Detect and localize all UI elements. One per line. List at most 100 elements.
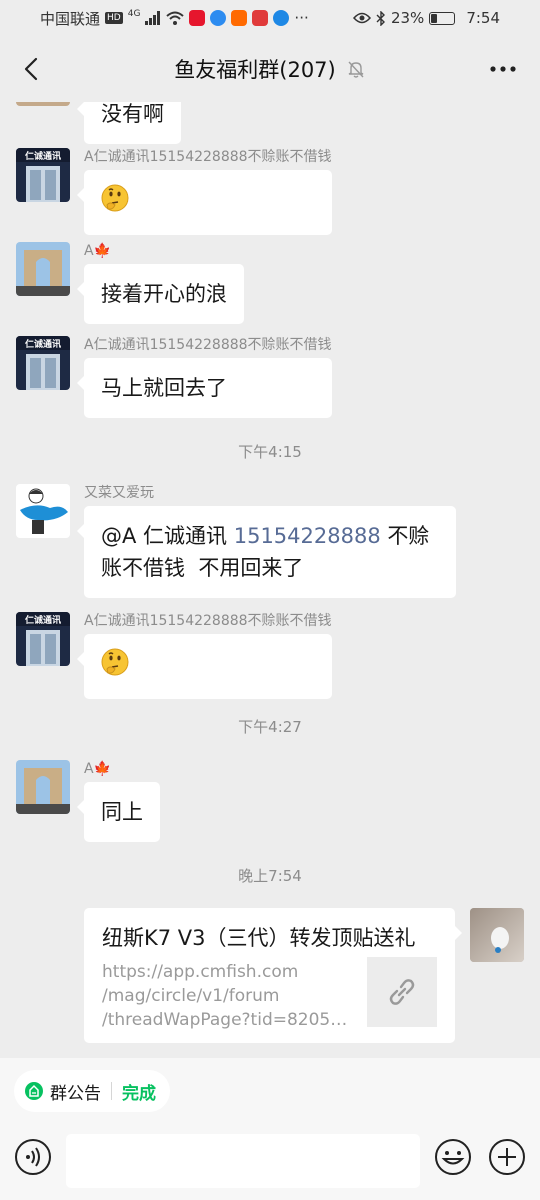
sender-name: A🍁 (84, 243, 112, 259)
message-item: A🍁 接着开心的浪 (16, 242, 244, 324)
status-right: 23% 7:54 (352, 9, 500, 27)
reader-app-icon (252, 10, 269, 26)
mute-bell-icon (348, 61, 364, 78)
message-item: A🍁 同上 (16, 760, 160, 842)
sender-name: A仁诚通讯15154228888不赊账不借钱 (84, 337, 332, 353)
network-type: 4G (127, 9, 141, 19)
shop-sign-text: 仁诚通讯 (25, 150, 61, 162)
chat-area[interactable]: 没有啊 仁诚通讯 A仁诚通讯15154228888不赊账不借钱 A🍁 接着开心的… (0, 102, 540, 1058)
taobao-app-icon (231, 10, 248, 26)
weibo-app-icon (189, 10, 206, 26)
message-body: A仁诚通讯15154228888不赊账不借钱 (77, 148, 332, 235)
message-bubble[interactable]: 马上就回去了 (77, 358, 332, 418)
plus-icon (489, 1139, 525, 1175)
voice-button[interactable] (14, 1138, 52, 1176)
voice-icon (15, 1139, 51, 1175)
message-item: 没有啊 (16, 102, 181, 144)
url-line: /mag/circle/v1/forum (102, 986, 280, 1006)
message-bubble[interactable]: 没有啊 (77, 102, 181, 144)
link-icon (389, 979, 415, 1005)
message-text: 没有啊 (101, 102, 164, 126)
input-bar (0, 1130, 540, 1200)
status-bar: 中国联通 HD 4G ··· 23% 7:54 (0, 0, 540, 36)
message-text-line: 账不借钱 不用回来了 (101, 556, 304, 580)
notice-icon (25, 1082, 43, 1100)
emoji-icon (435, 1139, 471, 1175)
chat-title: 鱼友福利群(207) (174, 58, 336, 82)
link-card-url: https://app.cmfish.com /mag/circle/v1/fo… (102, 960, 352, 1032)
message-body: A仁诚通讯15154228888不赊账不借钱 马上就回去了 (77, 336, 332, 418)
message-text: 同上 (101, 800, 143, 824)
sender-name: A仁诚通讯15154228888不赊账不借钱 (84, 613, 332, 629)
wifi-icon (166, 11, 185, 25)
bulb-app-icon (273, 10, 290, 26)
bluetooth-icon (376, 10, 385, 26)
battery-fill (431, 13, 437, 23)
avatar-arch[interactable] (16, 102, 70, 106)
avatar-shop[interactable]: 仁诚通讯 (16, 148, 70, 202)
message-bubble[interactable]: @A 仁诚通讯 15154228888 不赊 账不借钱 不用回来了 (77, 506, 456, 598)
done-button[interactable]: 完成 (122, 1079, 156, 1104)
message-body: A🍁 接着开心的浪 (77, 242, 244, 324)
message-bubble[interactable] (77, 170, 332, 235)
sender-name: A🍁 (84, 761, 112, 777)
avatar-cartoon[interactable] (16, 484, 70, 538)
browser-app-icon (210, 10, 227, 26)
message-item: 仁诚通讯 A仁诚通讯15154228888不赊账不借钱 马上就回去了 (16, 336, 332, 418)
clock: 7:54 (466, 9, 500, 27)
message-item: 仁诚通讯 A仁诚通讯15154228888不赊账不借钱 (16, 148, 332, 235)
link-card-title: 纽斯K7 V3（三代）转发顶贴送礼 (102, 926, 416, 950)
avatar-arch[interactable] (16, 760, 70, 814)
avatar-shop[interactable]: 仁诚通讯 (16, 336, 70, 390)
battery-percent: 23% (390, 9, 425, 27)
message-text: 不赊 (380, 524, 430, 548)
group-notice-chip[interactable]: 群公告 完成 (14, 1070, 170, 1112)
timestamp: 下午4:15 (238, 443, 302, 461)
link-thumbnail (367, 957, 437, 1027)
message-item: 仁诚通讯 A仁诚通讯15154228888不赊账不借钱 (16, 612, 332, 699)
message-text-line: @A 仁诚通讯 15154228888 不赊 (101, 520, 439, 552)
avatar-shop[interactable]: 仁诚通讯 (16, 612, 70, 666)
eye-icon (352, 12, 371, 24)
message-text: 接着开心的浪 (101, 282, 227, 306)
title-wrap: 鱼友福利群(207) (174, 54, 365, 84)
carrier-label: 中国联通 (40, 9, 101, 28)
avatar-arch[interactable] (16, 242, 70, 296)
mention-text: @A 仁诚通讯 (101, 524, 234, 548)
phone-link[interactable]: 15154228888 (234, 524, 381, 548)
message-bubble[interactable]: 接着开心的浪 (77, 264, 244, 324)
message-body: 没有啊 (77, 102, 181, 144)
thinking-face-icon (101, 184, 129, 212)
url-line: https://app.cmfish.com (102, 962, 299, 982)
sender-name: 又菜又爱玩 (84, 485, 154, 501)
back-icon[interactable] (14, 50, 48, 88)
more-options-icon[interactable] (486, 52, 520, 86)
message-body: A🍁 同上 (77, 760, 160, 842)
shop-sign-text: 仁诚通讯 (25, 614, 61, 626)
shop-sign-text: 仁诚通讯 (25, 338, 61, 350)
message-text: 马上就回去了 (101, 376, 227, 400)
url-line: /threadWapPage?tid=82059... (102, 1010, 352, 1030)
message-input[interactable] (66, 1134, 420, 1188)
more-notifications-icon: ··· (294, 9, 309, 27)
message-bubble[interactable]: 同上 (77, 782, 160, 842)
timestamp: 晚上7:54 (238, 867, 302, 885)
link-card[interactable]: 纽斯K7 V3（三代）转发顶贴送礼 https://app.cmfish.com… (84, 908, 462, 1043)
battery-icon (429, 11, 456, 25)
thinking-face-icon (101, 648, 129, 676)
group-notice-label: 群公告 (50, 1083, 101, 1104)
signal-icon (145, 11, 161, 25)
message-bubble[interactable] (77, 634, 332, 699)
message-item: 又菜又爱玩 @A 仁诚通讯 15154228888 不赊 账不借钱 不用回来了 (16, 484, 456, 598)
message-body: 又菜又爱玩 @A 仁诚通讯 15154228888 不赊 账不借钱 不用回来了 (77, 484, 456, 598)
chat-header: 鱼友福利群(207) (0, 36, 540, 102)
timestamp: 下午4:27 (238, 718, 302, 736)
status-left: 中国联通 HD 4G ··· (40, 8, 309, 29)
emoji-button[interactable] (434, 1138, 472, 1176)
more-actions-button[interactable] (488, 1138, 526, 1176)
sender-name: A仁诚通讯15154228888不赊账不借钱 (84, 149, 332, 165)
my-avatar[interactable] (470, 908, 524, 962)
bottom-panel: 群公告 完成 (0, 1058, 540, 1200)
message-body: A仁诚通讯15154228888不赊账不借钱 (77, 612, 332, 699)
hd-badge: HD (105, 12, 123, 24)
